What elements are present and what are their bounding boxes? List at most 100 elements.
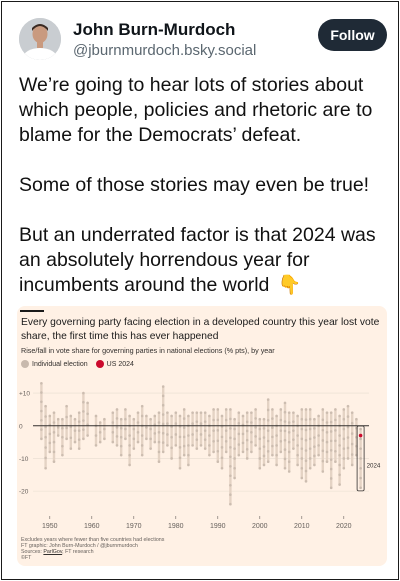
election-dot [166,422,169,425]
election-dot [48,432,52,436]
election-dot [241,414,245,418]
election-dot-2024 [359,427,362,431]
election-dot [65,426,68,430]
x-tick-label: 1960 [84,523,100,530]
y-tick-label: -20 [19,489,29,496]
avatar-portrait-icon [19,18,61,60]
election-dot [250,450,253,454]
election-dot [287,460,291,464]
election-dot [65,437,68,441]
election-dot [313,436,316,439]
x-tick-label: 1970 [126,523,142,530]
election-dot-2024 [359,486,362,490]
election-dot [313,445,316,448]
election-dot [250,440,253,444]
election-dot [283,448,287,451]
election-dot [82,419,85,422]
election-dot [119,453,123,457]
election-dot [94,434,98,437]
election-dot [199,444,203,447]
election-dot [208,453,211,457]
election-dot [44,404,47,408]
election-dot [266,429,270,432]
election-dot [170,457,173,460]
election-dot [128,444,131,447]
election-dot [128,463,131,467]
x-tick-label: 2010 [294,523,310,530]
highlight-2024-label: 2024 [367,462,381,469]
election-dot [69,436,73,440]
election-dot [145,414,148,418]
chart-subtitle: Rise/fall in vote share for governing pa… [21,346,275,355]
election-dot [132,447,136,450]
election-dot [140,404,144,408]
election-dot [86,401,89,405]
election-dot [140,453,144,457]
election-dot [52,440,56,444]
author-name[interactable]: John Burn-Murdoch [73,20,235,40]
election-dot [313,454,316,458]
election-dot [329,477,333,480]
post-paragraph-2: Some of those stories may even be true! [19,174,370,196]
election-dot [94,414,98,418]
election-dot [258,417,262,421]
election-dot [338,453,341,457]
election-dot [300,417,304,421]
election-dot [115,444,119,447]
election-dot [325,460,329,464]
election-dot [161,413,165,416]
chart-sources-link[interactable]: ParlGov [43,549,62,555]
election-dot [77,438,81,441]
author-avatar[interactable] [19,18,61,60]
election-dot [195,438,199,441]
election-dot [111,411,115,414]
election-dot [346,404,350,408]
election-dot [258,466,262,470]
election-dot [203,420,207,423]
election-dot [300,408,304,411]
election-dot [250,421,253,424]
legend-item-us: US 2024 [95,360,134,368]
author-handle[interactable]: @jburnmurdoch.bsky.social [73,42,256,59]
election-dot [65,415,68,419]
election-dot [52,460,56,464]
election-dot [82,410,85,413]
election-dot [98,430,102,434]
election-dot [48,414,52,418]
election-dot-2024 [359,447,362,450]
election-dot [275,414,278,418]
election-dot [111,430,115,434]
election-dot [149,447,152,450]
election-dot [161,403,165,407]
election-dot [195,420,199,423]
election-dot [334,429,337,432]
election-dot [254,426,257,429]
election-dot [191,422,194,425]
election-dot [178,435,182,439]
election-dot [329,411,333,414]
election-dot [279,418,283,422]
election-dot [338,444,341,447]
election-dot [250,430,253,434]
election-dot [283,401,287,405]
election-dot [308,417,312,421]
election-dot [283,438,287,442]
election-dot [271,417,274,420]
election-dot [350,432,354,435]
election-dot [258,447,262,450]
y-tick-label: -10 [19,456,29,463]
election-dot [40,381,43,385]
follow-button[interactable]: Follow [318,19,387,51]
election-dot [178,446,182,449]
chart-image[interactable]: Every governing party facing election in… [17,306,387,566]
election-dot [350,453,354,456]
election-dot [52,450,56,454]
election-dot [191,411,194,414]
election-dot [157,450,161,454]
legend-label-us: US 2024 [106,360,134,368]
election-dot [313,463,316,467]
election-dot [220,456,224,460]
election-dot [250,411,253,414]
election-dot [271,453,274,457]
election-dot [254,417,257,420]
